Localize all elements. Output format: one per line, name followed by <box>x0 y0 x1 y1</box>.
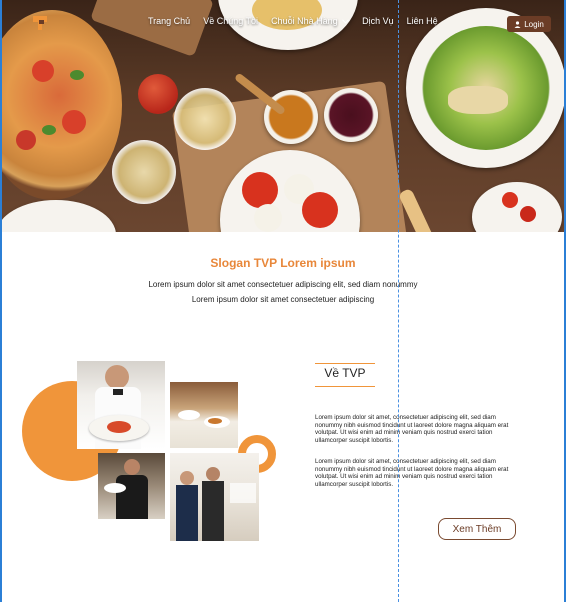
tomato-slice <box>302 192 338 228</box>
jam-bowl <box>324 88 378 142</box>
pear-slice <box>448 86 508 114</box>
login-label: Login <box>524 19 544 29</box>
title-line-bottom <box>315 386 375 387</box>
title-line-top <box>315 363 375 364</box>
slogan-title: Slogan TVP Lorem ipsum <box>210 256 356 270</box>
nav-item-label: Chuỗi Nhà Hàng <box>271 16 338 26</box>
cherry-tomato <box>520 206 536 222</box>
pizza-image <box>2 10 122 200</box>
staff-serving-photo <box>170 453 259 541</box>
small-plate <box>2 200 116 232</box>
layout-guide-line <box>398 0 399 602</box>
nav-item-ve-chung-toi[interactable]: Về Chúng Tôi <box>203 16 258 26</box>
chef-photo <box>98 453 165 519</box>
hero-banner <box>2 0 564 232</box>
basil-leaf <box>42 125 56 135</box>
tvp-logo-icon[interactable] <box>32 14 48 32</box>
nav-item-trang-chu[interactable]: Trang Chủ <box>148 16 190 26</box>
wine-glass <box>174 88 236 150</box>
restaurant-table-photo <box>170 382 238 448</box>
basil-leaf <box>70 70 84 80</box>
chevron-down-icon <box>342 19 349 24</box>
pizza-topping <box>16 130 36 150</box>
main-nav: Trang Chủ Về Chúng Tôi Chuỗi Nhà Hàng Dị… <box>148 16 438 26</box>
about-paragraph-2: Lorem ipsum dolor sit amet, consectetuer… <box>315 458 509 488</box>
mozzarella-slice <box>254 204 282 232</box>
pizza-topping <box>62 110 86 134</box>
cherry-tomato <box>502 192 518 208</box>
nav-item-dich-vu[interactable]: Dịch Vụ <box>362 16 394 26</box>
slogan-line-2: Lorem ipsum dolor sit amet consectetuer … <box>191 295 375 304</box>
nav-item-lien-he[interactable]: Liên Hệ <box>407 16 438 26</box>
nav-item-chuoi-nha-hang[interactable]: Chuỗi Nhà Hàng <box>271 16 349 26</box>
tomato-dish <box>472 182 562 232</box>
see-more-button[interactable]: Xem Thêm <box>438 518 516 540</box>
user-icon <box>514 20 521 28</box>
login-button[interactable]: Login <box>507 16 551 32</box>
about-title: Về TVP <box>324 366 366 380</box>
apple-image <box>138 74 178 114</box>
waiter-photo <box>77 361 165 449</box>
wine-glass <box>112 140 176 204</box>
pizza-topping <box>32 60 54 82</box>
tomato-slice <box>242 172 278 208</box>
about-paragraph-1: Lorem ipsum dolor sit amet, consectetuer… <box>315 414 509 444</box>
slogan-line-1: Lorem ipsum dolor sit amet consectetuer … <box>148 280 418 289</box>
